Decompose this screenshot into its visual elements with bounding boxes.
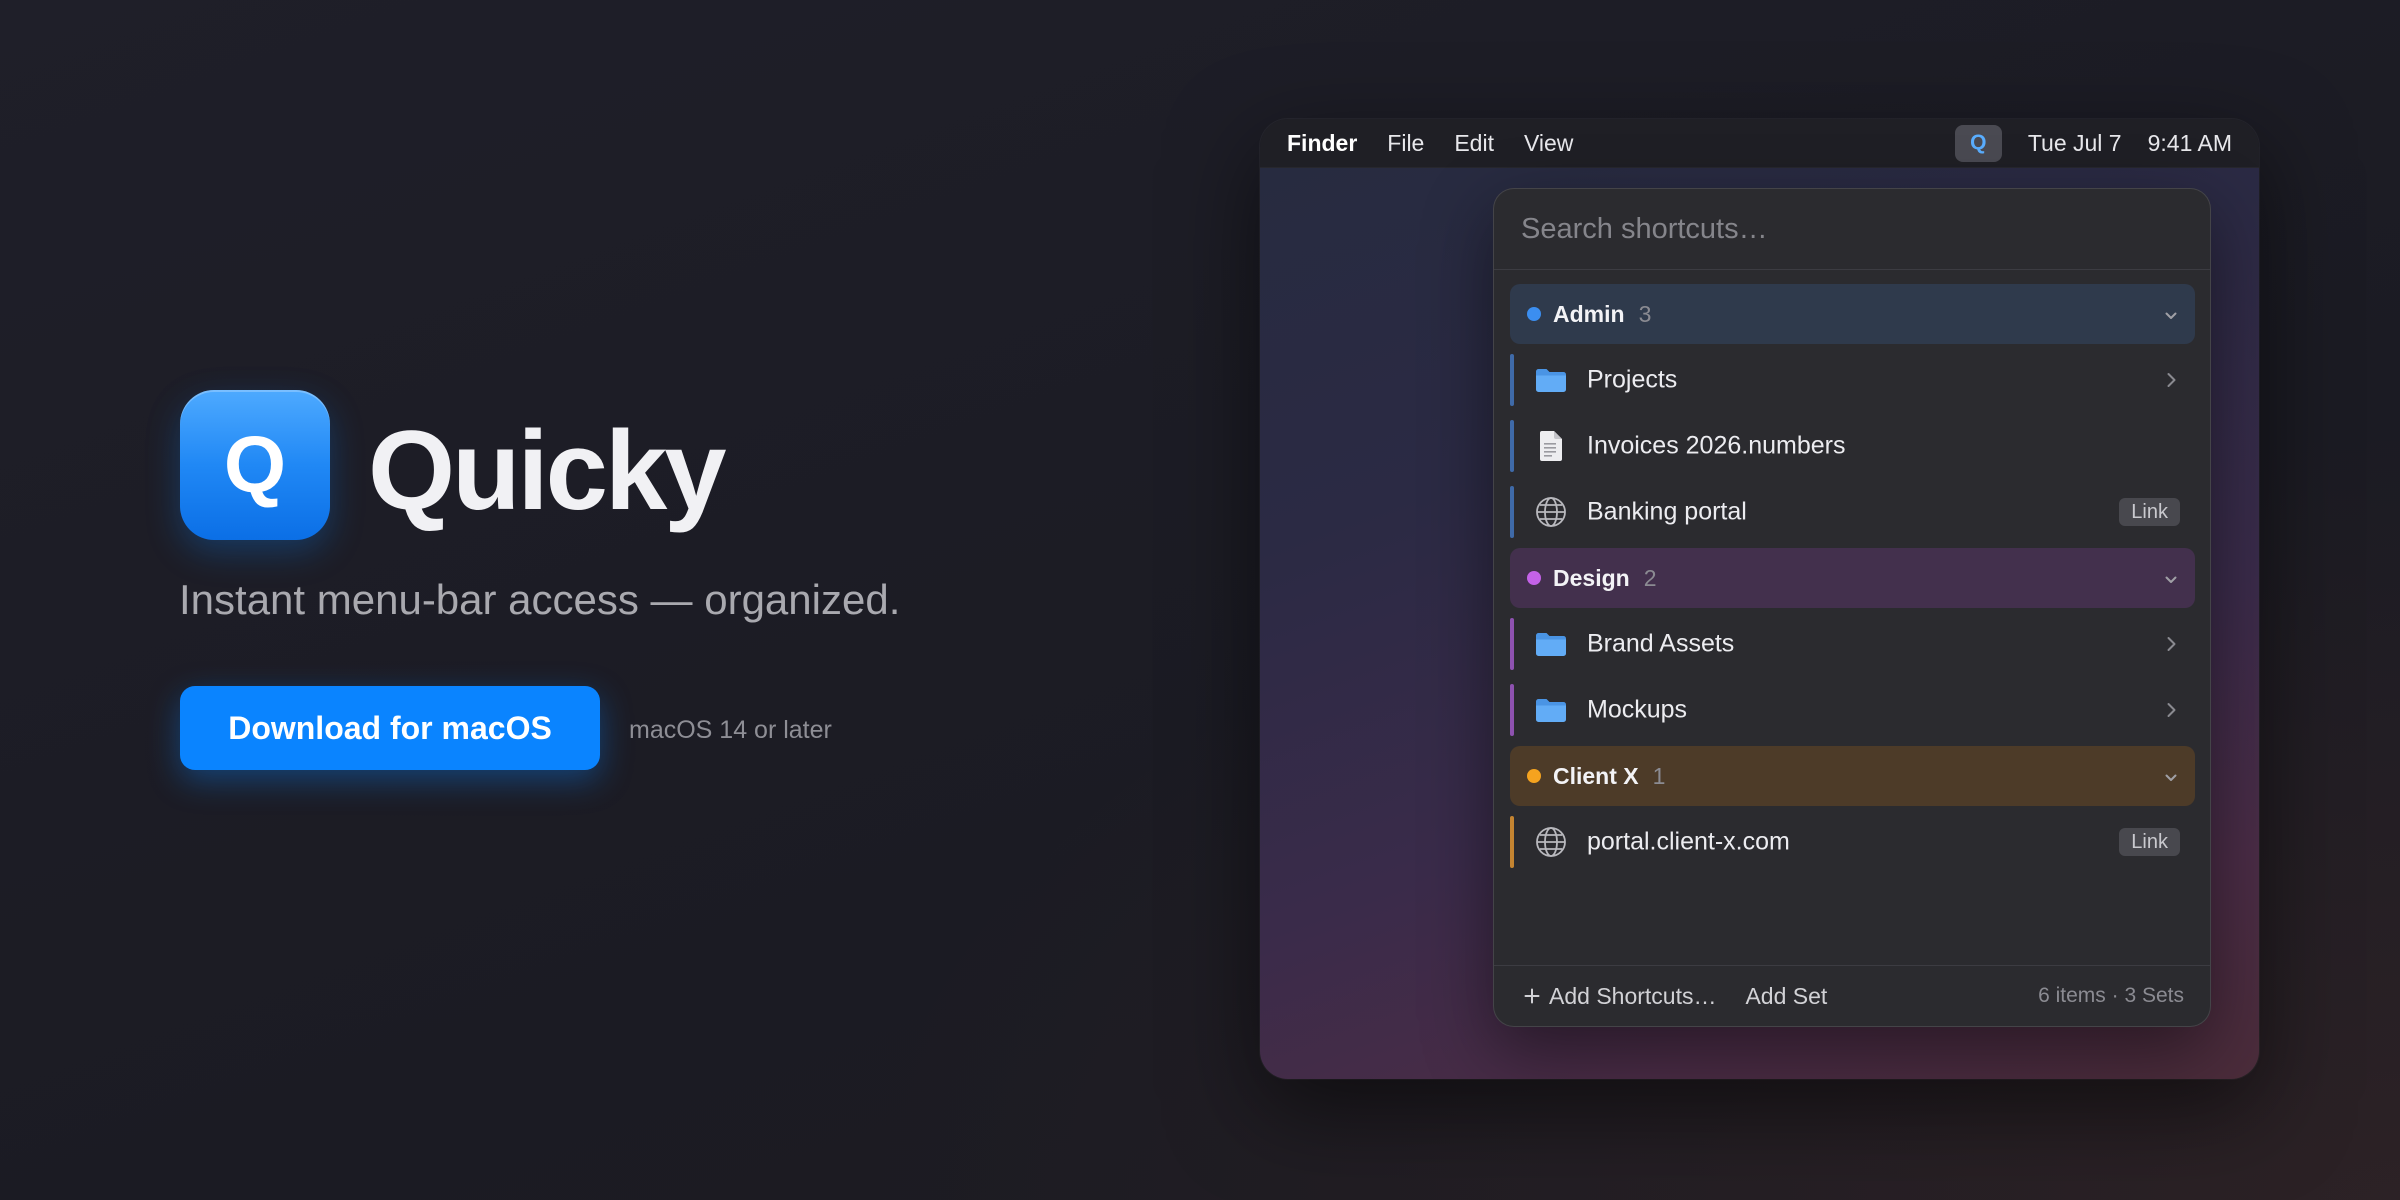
shortcut-row[interactable]: Mockups bbox=[1510, 677, 2195, 743]
menu-bar: Finder File Edit View Q Tue Jul 7 9:41 A… bbox=[1260, 119, 2259, 168]
quicky-menubar-icon[interactable]: Q bbox=[1954, 124, 2002, 162]
folder-icon bbox=[1535, 364, 1567, 396]
set-color-bar bbox=[1510, 486, 1514, 538]
chevron-right-icon bbox=[2167, 373, 2176, 388]
folder-icon bbox=[1535, 694, 1567, 726]
set-color-bar bbox=[1510, 684, 1514, 736]
set-client-x: Client X 1 portal.client-x.com Link bbox=[1510, 746, 2195, 875]
add-shortcuts-button[interactable]: Add Shortcuts… bbox=[1524, 983, 1716, 1010]
menubar-date[interactable]: Tue Jul 7 bbox=[2028, 130, 2122, 157]
shortcut-row[interactable]: Banking portal Link bbox=[1510, 479, 2195, 545]
search-input[interactable] bbox=[1494, 189, 2210, 269]
menu-bar-menus: Finder File Edit View bbox=[1287, 130, 1573, 157]
mac-window-mockup: Finder File Edit View Q Tue Jul 7 9:41 A… bbox=[1260, 119, 2259, 1079]
document-icon bbox=[1535, 430, 1567, 462]
menubar-time[interactable]: 9:41 AM bbox=[2148, 130, 2232, 157]
set-design: Design 2 Brand Assets Mockups bbox=[1510, 548, 2195, 743]
set-header[interactable]: Client X 1 bbox=[1510, 746, 2195, 806]
globe-icon bbox=[1535, 826, 1567, 858]
menu-file[interactable]: File bbox=[1387, 130, 1424, 157]
add-set-button[interactable]: Add Set bbox=[1745, 983, 1827, 1010]
menu-app-name[interactable]: Finder bbox=[1287, 130, 1357, 157]
set-header[interactable]: Design 2 bbox=[1510, 548, 2195, 608]
shortcut-list: Admin 3 Projects Invoices 2026.numbers B… bbox=[1510, 284, 2195, 875]
shortcut-label: Banking portal bbox=[1587, 497, 1747, 526]
menu-edit[interactable]: Edit bbox=[1454, 130, 1494, 157]
plus-icon bbox=[1524, 988, 1540, 1004]
set-color-dot bbox=[1527, 769, 1541, 783]
link-badge: Link bbox=[2119, 498, 2180, 526]
set-count: 2 bbox=[1643, 564, 1657, 591]
link-badge: Link bbox=[2119, 828, 2180, 856]
quicky-app-icon: Q bbox=[180, 390, 330, 540]
set-name: Admin bbox=[1553, 300, 1625, 327]
shortcut-label: Projects bbox=[1587, 365, 1678, 394]
set-count: 3 bbox=[1638, 300, 1652, 327]
search-bar bbox=[1494, 189, 2210, 270]
set-color-bar bbox=[1510, 420, 1514, 472]
shortcut-label: Brand Assets bbox=[1587, 629, 1735, 658]
chevron-right-icon bbox=[2167, 703, 2176, 718]
download-button[interactable]: Download for macOS bbox=[180, 686, 600, 770]
set-header[interactable]: Admin 3 bbox=[1510, 284, 2195, 344]
shortcuts-popover: Admin 3 Projects Invoices 2026.numbers bbox=[1493, 188, 2211, 1027]
folder-icon bbox=[1535, 628, 1567, 660]
set-admin: Admin 3 Projects Invoices 2026.numbers B… bbox=[1510, 284, 2195, 545]
items-summary: 6 items · 3 Sets bbox=[2038, 984, 2184, 1007]
add-shortcuts-label: Add Shortcuts… bbox=[1549, 982, 1717, 1009]
set-color-dot bbox=[1527, 571, 1541, 585]
shortcut-row[interactable]: portal.client-x.com Link bbox=[1510, 809, 2195, 875]
tagline: Instant menu-bar access — organized. bbox=[179, 576, 901, 623]
shortcut-label: Mockups bbox=[1587, 695, 1688, 724]
set-count: 1 bbox=[1652, 762, 1666, 789]
shortcut-row[interactable]: Invoices 2026.numbers bbox=[1510, 413, 2195, 479]
set-color-dot bbox=[1527, 307, 1541, 321]
set-color-bar bbox=[1510, 354, 1514, 406]
app-icon-letter: Q bbox=[223, 420, 287, 509]
shortcut-label: Invoices 2026.numbers bbox=[1587, 431, 1846, 460]
shortcut-label: portal.client-x.com bbox=[1587, 827, 1790, 856]
app-name: Quicky bbox=[368, 408, 727, 533]
brand-lockup: Q Quicky bbox=[180, 390, 727, 540]
chevron-right-icon bbox=[2167, 637, 2176, 652]
shortcut-row[interactable]: Brand Assets bbox=[1510, 611, 2195, 677]
set-name: Client X bbox=[1553, 762, 1639, 789]
shortcut-row[interactable]: Projects bbox=[1510, 347, 2195, 413]
system-requirement: macOS 14 or later bbox=[629, 716, 832, 744]
menu-bar-status: Q Tue Jul 7 9:41 AM bbox=[1954, 124, 2232, 162]
globe-icon bbox=[1535, 496, 1567, 528]
set-color-bar bbox=[1510, 618, 1514, 670]
set-color-bar bbox=[1510, 816, 1514, 868]
menubar-icon-letter: Q bbox=[1970, 131, 1987, 154]
chevron-down-icon bbox=[2165, 774, 2177, 782]
chevron-down-icon bbox=[2165, 576, 2177, 584]
chevron-down-icon bbox=[2165, 312, 2177, 320]
popover-footer: Add Shortcuts… Add Set 6 items · 3 Sets bbox=[1494, 965, 2210, 1026]
set-name: Design bbox=[1553, 564, 1630, 591]
menu-view[interactable]: View bbox=[1524, 130, 1573, 157]
